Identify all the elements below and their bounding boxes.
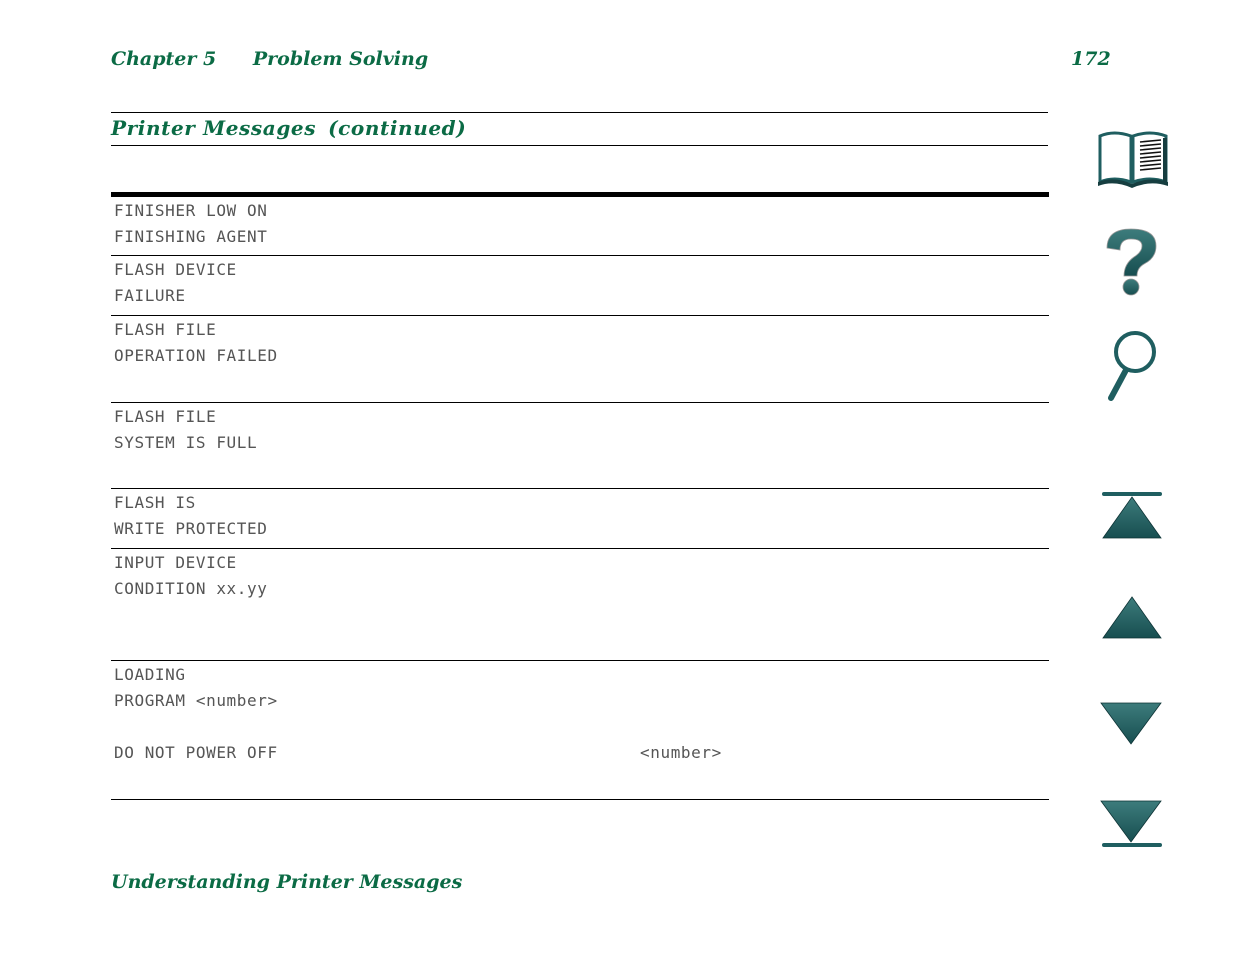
chapter-number: Chapter 5 <box>111 48 217 70</box>
message-line: SYSTEM IS FULL <box>114 433 258 452</box>
page-number: 172 <box>1071 48 1111 70</box>
message-line: DO NOT POWER OFF <box>114 743 278 762</box>
message-detail: <number> <box>640 743 722 762</box>
footer-title: Understanding Printer Messages <box>111 871 463 893</box>
chapter-title: Problem Solving <box>252 48 429 70</box>
previous-page-icon[interactable] <box>1100 594 1164 640</box>
message-line: CONDITION xx.yy <box>114 579 268 598</box>
message-line: FLASH DEVICE <box>114 260 237 279</box>
table-row: FINISHER LOW ON FINISHING AGENT <box>111 197 1049 256</box>
help-question-icon[interactable] <box>1100 226 1162 298</box>
contents-book-icon[interactable] <box>1094 128 1170 188</box>
message-line: LOADING <box>114 665 186 684</box>
section-title-bar: Printer Messages (continued) <box>111 112 1048 146</box>
message-line: FAILURE <box>114 286 186 305</box>
message-line: FINISHER LOW ON <box>114 201 268 220</box>
section-title: Printer Messages (continued) <box>111 116 466 140</box>
message-line: FINISHING AGENT <box>114 227 268 246</box>
continued-label: (continued) <box>328 116 467 140</box>
table-row: FLASH DEVICE FAILURE <box>111 256 1049 316</box>
section-title-text: Printer Messages <box>111 116 317 140</box>
table-row: FLASH FILE SYSTEM IS FULL <box>111 403 1049 489</box>
next-page-icon[interactable] <box>1098 700 1164 746</box>
message-line: FLASH FILE <box>114 407 217 426</box>
printer-messages-table: FINISHER LOW ON FINISHING AGENT FLASH DE… <box>111 192 1049 800</box>
table-row: FLASH FILE OPERATION FAILED <box>111 316 1049 403</box>
message-line: FLASH FILE <box>114 320 217 339</box>
message-line: OPERATION FAILED <box>114 346 278 365</box>
table-row: LOADING PROGRAM <number> DO NOT POWER OF… <box>111 661 1049 800</box>
chapter-header: Chapter 5 Problem Solving <box>111 48 428 70</box>
message-line: PROGRAM <number> <box>114 691 278 710</box>
message-line: FLASH IS <box>114 493 196 512</box>
table-row: INPUT DEVICE CONDITION xx.yy <box>111 549 1049 661</box>
message-line: WRITE PROTECTED <box>114 519 268 538</box>
last-page-icon[interactable] <box>1098 798 1164 850</box>
search-magnifier-icon[interactable] <box>1102 328 1164 404</box>
first-page-icon[interactable] <box>1100 490 1164 540</box>
table-row: FLASH IS WRITE PROTECTED <box>111 489 1049 549</box>
message-line: INPUT DEVICE <box>114 553 237 572</box>
